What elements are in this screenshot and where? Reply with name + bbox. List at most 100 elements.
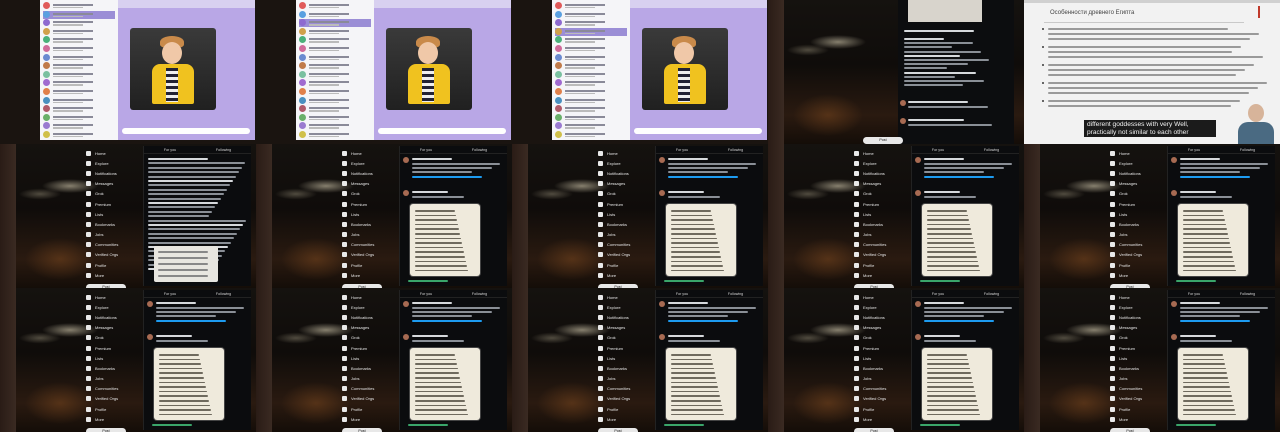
nav-item-bookmarks[interactable]: Bookmarks (342, 363, 396, 373)
nav-item-communities[interactable]: Communities (854, 384, 908, 394)
tab-following[interactable]: Following (216, 146, 231, 153)
quoted-card[interactable] (410, 204, 480, 276)
nav-item-grok[interactable]: Grok (854, 333, 908, 343)
chat-list-item[interactable] (555, 27, 627, 36)
nav-item-lists[interactable]: Lists (854, 209, 908, 219)
nav-item-profile[interactable]: Profile (854, 404, 908, 414)
nav-item-communities[interactable]: Communities (854, 240, 908, 250)
nav-item-messages[interactable]: Messages (342, 323, 396, 333)
nav-item-bookmarks[interactable]: Bookmarks (598, 219, 652, 229)
chat-list-item[interactable] (43, 96, 115, 105)
post-button[interactable]: Post (863, 137, 903, 144)
nav-item-verified-orgs[interactable]: Verified Orgs (1110, 394, 1164, 404)
shared-photo[interactable] (386, 28, 472, 110)
chat-list-item[interactable] (299, 19, 371, 28)
tab-for-you[interactable]: For you (420, 146, 432, 153)
nav-item-home[interactable]: Home (598, 292, 652, 302)
author-avatar[interactable] (1171, 157, 1177, 163)
nav-item-lists[interactable]: Lists (1110, 353, 1164, 363)
nav-item-home[interactable]: Home (86, 148, 140, 158)
nav-item-jobs[interactable]: Jobs (1110, 374, 1164, 384)
nav-item-bookmarks[interactable]: Bookmarks (854, 219, 908, 229)
chat-list-item[interactable] (43, 36, 115, 44)
nav-item-explore[interactable]: Explore (598, 158, 652, 168)
nav-item-communities[interactable]: Communities (598, 384, 652, 394)
nav-item-grok[interactable]: Grok (598, 189, 652, 199)
nav-item-verified-orgs[interactable]: Verified Orgs (342, 250, 396, 260)
quoted-avatar[interactable] (1171, 190, 1177, 196)
nav-item-messages[interactable]: Messages (1110, 179, 1164, 189)
nav-item-communities[interactable]: Communities (86, 384, 140, 394)
chat-list-item[interactable] (43, 19, 115, 27)
nav-item-explore[interactable]: Explore (1110, 158, 1164, 168)
chat-list-item[interactable] (555, 105, 627, 113)
nav-item-premium[interactable]: Premium (854, 199, 908, 209)
chat-list-item[interactable] (299, 131, 371, 139)
author-avatar[interactable] (659, 157, 665, 163)
quoted-card[interactable] (410, 348, 480, 420)
quoted-avatar[interactable] (915, 190, 921, 196)
chat-list-item[interactable] (43, 79, 115, 87)
author-avatar[interactable] (659, 301, 665, 307)
nav-item-profile[interactable]: Profile (342, 404, 396, 414)
chat-list-item[interactable] (43, 10, 115, 19)
chat-list-item[interactable] (299, 45, 371, 53)
chat-list-item[interactable] (43, 131, 115, 139)
tab-following[interactable]: Following (728, 146, 743, 153)
tab-for-you[interactable]: For you (932, 290, 944, 297)
nav-item-messages[interactable]: Messages (598, 323, 652, 333)
chat-list-item[interactable] (555, 2, 627, 10)
nav-item-bookmarks[interactable]: Bookmarks (598, 363, 652, 373)
nav-item-profile[interactable]: Profile (598, 260, 652, 270)
message-input[interactable] (122, 128, 250, 134)
chat-list-item[interactable] (299, 27, 371, 36)
tab-following[interactable]: Following (1240, 290, 1255, 297)
tab-for-you[interactable]: For you (1188, 290, 1200, 297)
nav-item-jobs[interactable]: Jobs (86, 374, 140, 384)
quoted-card[interactable] (1178, 204, 1248, 276)
author-avatar[interactable] (403, 301, 409, 307)
nav-item-lists[interactable]: Lists (854, 353, 908, 363)
tab-following[interactable]: Following (984, 146, 999, 153)
nav-item-more[interactable]: More (854, 270, 908, 280)
nav-item-messages[interactable]: Messages (598, 179, 652, 189)
tab-following[interactable]: Following (984, 290, 999, 297)
chat-list-item[interactable] (43, 122, 115, 130)
nav-item-home[interactable]: Home (86, 292, 140, 302)
nav-item-premium[interactable]: Premium (86, 199, 140, 209)
quoted-avatar[interactable] (403, 334, 409, 340)
nav-item-profile[interactable]: Profile (86, 260, 140, 270)
nav-item-bookmarks[interactable]: Bookmarks (1110, 219, 1164, 229)
nav-item-notifications[interactable]: Notifications (1110, 312, 1164, 322)
chat-list-item[interactable] (43, 53, 115, 62)
nav-item-grok[interactable]: Grok (1110, 189, 1164, 199)
nav-item-bookmarks[interactable]: Bookmarks (1110, 363, 1164, 373)
nav-item-explore[interactable]: Explore (86, 302, 140, 312)
nav-item-verified-orgs[interactable]: Verified Orgs (854, 250, 908, 260)
nav-item-premium[interactable]: Premium (86, 343, 140, 353)
nav-item-communities[interactable]: Communities (342, 384, 396, 394)
chat-list-item[interactable] (43, 2, 115, 10)
quoted-avatar[interactable] (659, 334, 665, 340)
nav-item-verified-orgs[interactable]: Verified Orgs (598, 250, 652, 260)
chat-list-item[interactable] (555, 62, 627, 70)
nav-item-notifications[interactable]: Notifications (342, 168, 396, 178)
chat-list-item[interactable] (299, 2, 371, 10)
chat-list-item[interactable] (43, 45, 115, 53)
nav-item-jobs[interactable]: Jobs (342, 230, 396, 240)
tab-for-you[interactable]: For you (932, 146, 944, 153)
nav-item-jobs[interactable]: Jobs (598, 374, 652, 384)
nav-item-home[interactable]: Home (342, 148, 396, 158)
nav-item-notifications[interactable]: Notifications (854, 312, 908, 322)
tab-for-you[interactable]: For you (420, 290, 432, 297)
nav-item-communities[interactable]: Communities (598, 240, 652, 250)
chat-list-item[interactable] (43, 88, 115, 96)
chat-list-item[interactable] (555, 36, 627, 44)
message-input[interactable] (378, 128, 506, 134)
tab-for-you[interactable]: For you (1188, 146, 1200, 153)
reply-avatar[interactable] (900, 100, 906, 106)
nav-item-profile[interactable]: Profile (1110, 404, 1164, 414)
quoted-card[interactable] (1178, 348, 1248, 420)
nav-item-notifications[interactable]: Notifications (86, 168, 140, 178)
tab-for-you[interactable]: For you (164, 290, 176, 297)
